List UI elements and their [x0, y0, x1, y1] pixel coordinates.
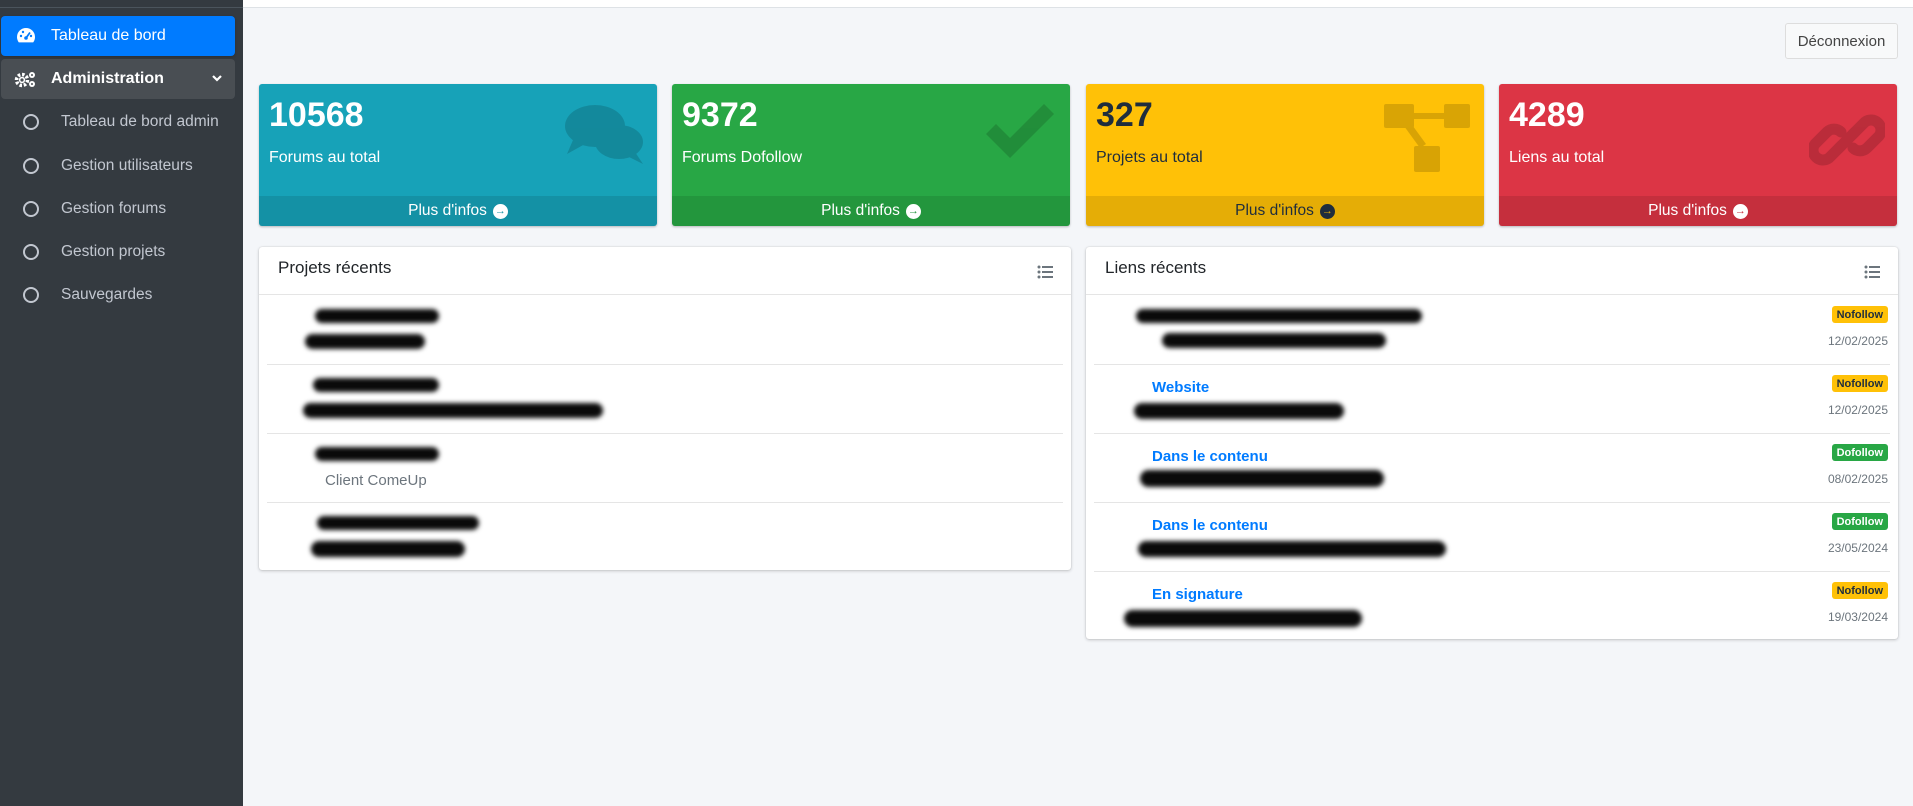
more-info-label: Plus d'infos [821, 202, 900, 219]
card-title: Projets récents [278, 258, 392, 277]
sidebar-item-label: Gestion forums [61, 200, 167, 217]
redacted-link-url [1124, 610, 1362, 627]
recent-projects-card: Projets récents Client ComeUp [259, 247, 1071, 570]
list-item[interactable]: Client ComeUp [267, 434, 1063, 503]
stat-label: Liens au total [1509, 149, 1605, 166]
project-diagram-icon [1382, 102, 1472, 179]
sidebar-item-administration[interactable]: Administration [1, 59, 235, 99]
sidebar-item-forums[interactable]: Gestion forums [1, 189, 235, 229]
stat-label: Forums Dofollow [682, 149, 803, 166]
sidebar-item-admin-dashboard[interactable]: Tableau de bord admin [1, 102, 235, 142]
list-item[interactable]: En signature Nofollow 19/03/2024 [1094, 572, 1890, 641]
link-type[interactable]: Website [1152, 379, 1209, 396]
redacted-link-target [1162, 333, 1386, 348]
sidebar-item-dashboard[interactable]: Tableau de bord [1, 16, 235, 56]
list-item[interactable]: Website Nofollow 12/02/2025 [1094, 365, 1890, 434]
more-info-label: Plus d'infos [1235, 202, 1314, 219]
list-item[interactable] [267, 296, 1063, 365]
link-icon [1807, 102, 1887, 183]
sidebar-brand-divider [0, 0, 243, 8]
link-type[interactable]: Dans le contenu [1152, 448, 1268, 465]
card-title: Liens récents [1105, 258, 1207, 277]
list-item[interactable] [267, 503, 1063, 572]
link-date: 12/02/2025 [1827, 403, 1888, 417]
sidebar-item-projects[interactable]: Gestion projets [1, 232, 235, 272]
stat-label: Projets au total [1096, 149, 1203, 166]
circle-icon [1, 158, 61, 174]
logout-button[interactable]: Déconnexion [1785, 23, 1898, 59]
stat-value: 9372 [682, 96, 758, 134]
redacted-link-url [1140, 470, 1384, 487]
card-header: Projets récents [259, 247, 1071, 295]
stat-label: Forums au total [269, 149, 381, 166]
sidebar-item-label: Tableau de bord admin [61, 113, 219, 130]
sidebar-item-users[interactable]: Gestion utilisateurs [1, 146, 235, 186]
sidebar-item-label: Gestion utilisateurs [61, 157, 193, 174]
link-type[interactable]: En signature [1152, 586, 1243, 603]
nofollow-badge: Nofollow [1831, 582, 1888, 599]
recent-links-card: Liens récents Nofollow 12/02/2025 Websit… [1086, 247, 1898, 639]
link-date: 12/02/2025 [1827, 334, 1888, 348]
arrow-circle-right-icon: → [492, 203, 508, 219]
nofollow-badge: Nofollow [1831, 375, 1888, 392]
list-item[interactable]: Dans le contenu Dofollow 08/02/2025 [1094, 434, 1890, 503]
dofollow-badge: Dofollow [1831, 444, 1888, 461]
more-info-link[interactable]: Plus d'infos → [1086, 196, 1484, 226]
circle-icon [1, 114, 61, 130]
redacted-project-name [313, 378, 439, 392]
dofollow-badge: Dofollow [1831, 513, 1888, 530]
stat-box-forums: 10568 Forums au total Plus d'infos → [259, 84, 657, 226]
redacted-link-url [1136, 309, 1422, 323]
sidebar-item-label: Administration [51, 70, 164, 87]
link-date: 23/05/2024 [1827, 541, 1888, 555]
redacted-project-url [303, 403, 603, 418]
list-item[interactable]: Nofollow 12/02/2025 [1094, 296, 1890, 365]
redacted-link-url [1138, 541, 1446, 557]
more-info-label: Plus d'infos [1648, 202, 1727, 219]
redacted-project-name [315, 447, 439, 461]
redacted-project-url [311, 541, 465, 557]
sidebar: Tableau de bord Administration Tableau d… [0, 0, 243, 806]
link-date: 19/03/2024 [1827, 610, 1888, 624]
project-client: Client ComeUp [325, 472, 427, 489]
stat-value: 10568 [269, 96, 364, 134]
stat-box-projects: 327 Projets au total Plus d'infos → [1086, 84, 1484, 226]
list-item[interactable] [267, 365, 1063, 434]
top-navbar [243, 0, 1913, 8]
circle-icon [1, 287, 61, 303]
list-icon[interactable] [1864, 265, 1880, 284]
arrow-circle-right-icon: → [905, 203, 921, 219]
link-date: 08/02/2025 [1827, 472, 1888, 486]
stat-box-dofollow: 9372 Forums Dofollow Plus d'infos → [672, 84, 1070, 226]
chevron-down-icon [211, 71, 223, 89]
redacted-project-name [317, 516, 479, 530]
redacted-project-name [315, 309, 439, 323]
card-header: Liens récents [1086, 247, 1898, 295]
comments-icon [563, 102, 645, 173]
list-icon[interactable] [1037, 265, 1053, 284]
sidebar-item-label: Gestion projets [61, 243, 166, 260]
circle-icon [1, 244, 61, 260]
stat-value: 327 [1096, 96, 1153, 134]
redacted-project-url [305, 334, 425, 349]
link-type[interactable]: Dans le contenu [1152, 517, 1268, 534]
arrow-circle-right-icon: → [1319, 203, 1335, 219]
more-info-link[interactable]: Plus d'infos → [1499, 196, 1897, 226]
tachometer-icon [1, 27, 51, 45]
sidebar-item-label: Tableau de bord [51, 27, 166, 44]
circle-icon [1, 201, 61, 217]
more-info-link[interactable]: Plus d'infos → [672, 196, 1070, 226]
nofollow-badge: Nofollow [1831, 306, 1888, 323]
check-icon [982, 102, 1058, 167]
stat-box-links: 4289 Liens au total Plus d'infos → [1499, 84, 1897, 226]
more-info-link[interactable]: Plus d'infos → [259, 196, 657, 226]
sidebar-item-backups[interactable]: Sauvegardes [1, 275, 235, 315]
redacted-link-url [1134, 403, 1344, 419]
sidebar-item-label: Sauvegardes [61, 286, 153, 303]
more-info-label: Plus d'infos [408, 202, 487, 219]
stat-value: 4289 [1509, 96, 1585, 134]
cogs-icon [1, 69, 51, 89]
list-item[interactable]: Dans le contenu Dofollow 23/05/2024 [1094, 503, 1890, 572]
arrow-circle-right-icon: → [1732, 203, 1748, 219]
